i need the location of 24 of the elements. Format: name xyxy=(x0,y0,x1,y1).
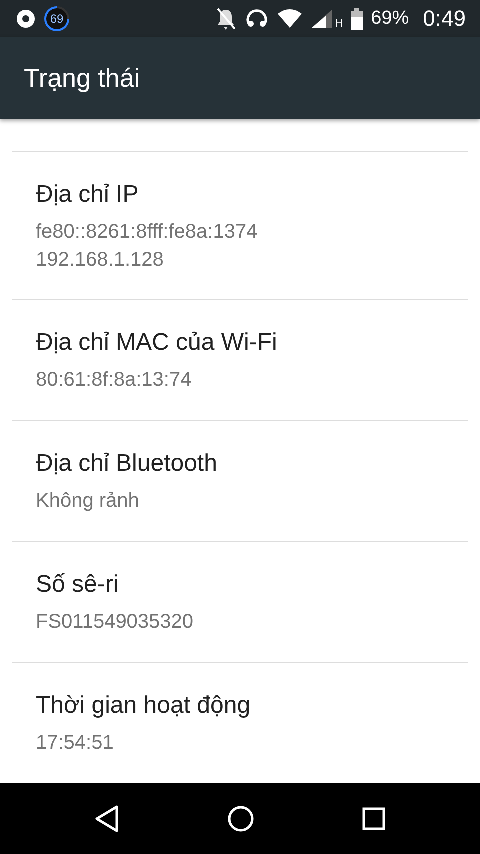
item-value: 17:54:51 xyxy=(36,731,114,756)
wifi-icon xyxy=(277,8,304,29)
item-title: Địa chỉ MAC của Wi-Fi xyxy=(36,328,278,358)
clock: 0:49 xyxy=(423,6,466,32)
item-title: Địa chỉ Bluetooth xyxy=(36,449,218,480)
item-title: Thời gian hoạt động xyxy=(36,691,251,722)
item-title: Số sê-ri xyxy=(36,570,119,600)
back-icon[interactable] xyxy=(94,804,120,833)
record-icon xyxy=(16,8,36,29)
home-icon[interactable] xyxy=(226,804,255,833)
battery-percentage: 69% xyxy=(371,8,410,30)
item-value: fe80::8261:8fff:fe8a:1374 xyxy=(36,220,258,246)
signal-icon xyxy=(311,8,334,29)
item-value: 192.168.1.128 xyxy=(36,248,164,274)
item-value: Không rảnh xyxy=(36,489,140,514)
item-title: Địa chỉ IP xyxy=(36,180,139,210)
recents-icon[interactable] xyxy=(362,806,386,831)
battery-icon xyxy=(351,8,364,30)
muted-bell-icon xyxy=(215,6,238,31)
item-value: 80:61:8f:8a:13:74 xyxy=(36,368,192,394)
counter-badge: 69 xyxy=(44,6,70,32)
item-value: FS011549035320 xyxy=(36,610,194,636)
screen-title: Trạng thái xyxy=(24,62,140,94)
network-type: H xyxy=(335,18,344,30)
